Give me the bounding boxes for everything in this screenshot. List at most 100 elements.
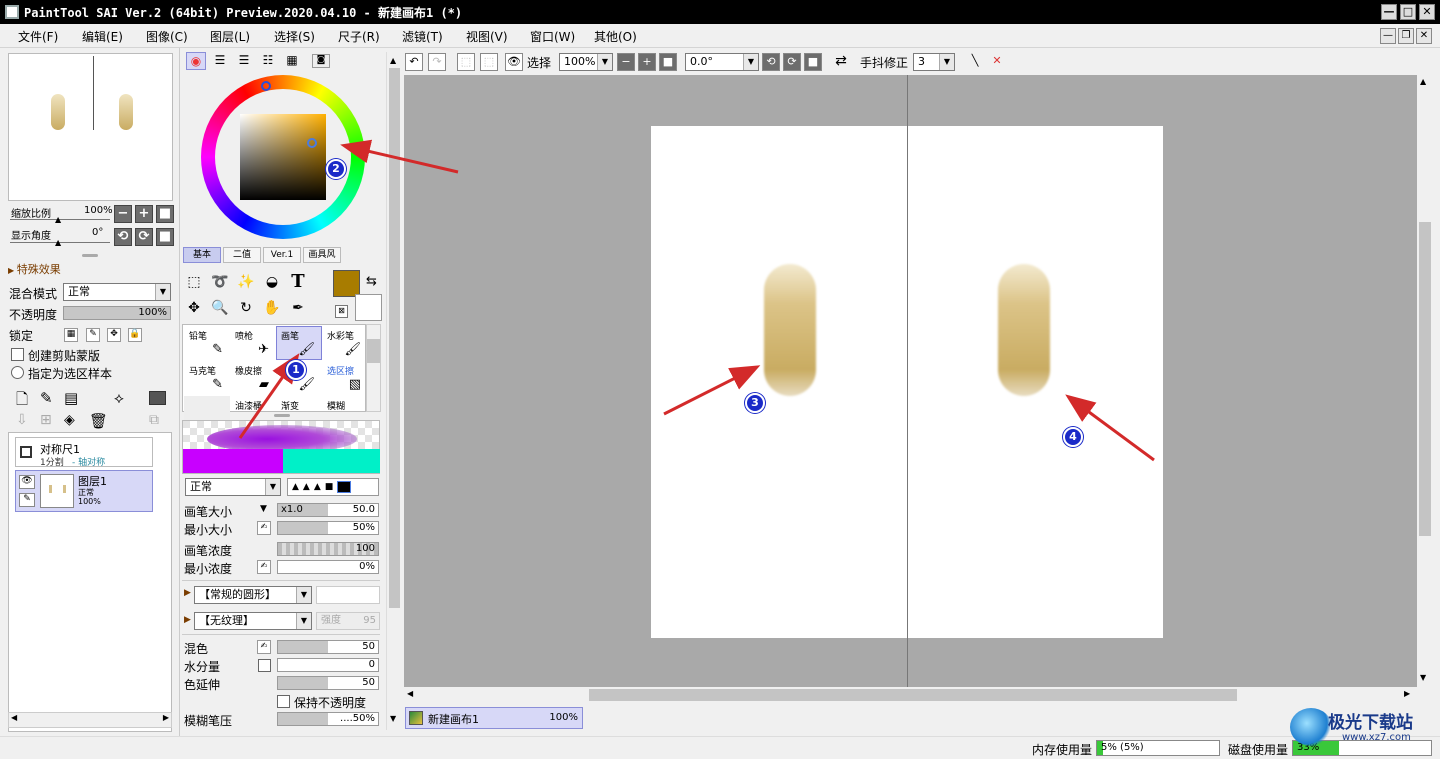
lock-all-icon[interactable]: 🔒	[128, 328, 142, 342]
hsv-slider-icon[interactable]: ☰	[234, 52, 254, 70]
brush-airbrush[interactable]: 喷枪 ✈	[230, 326, 276, 360]
layer-item-layer1[interactable]: 👁 ✎ 图层1 正常 100%	[15, 470, 153, 512]
canvas-vscrollbar[interactable]: ▲ ▼	[1417, 75, 1433, 687]
color-extension-slider[interactable]: 50	[277, 676, 379, 690]
merge-down-icon[interactable]: ⊞	[40, 412, 52, 428]
brush-mode-select[interactable]: 正常 ▼	[185, 478, 281, 496]
selection-source-radio[interactable]	[11, 366, 24, 379]
lock-transparency-icon[interactable]: ▦	[64, 328, 78, 342]
maximize-button[interactable]: □	[1400, 4, 1416, 20]
menu-layer[interactable]: 图层(L)	[210, 28, 250, 45]
zoom-out-button[interactable]: −	[114, 205, 132, 223]
redo-icon[interactable]: ↷	[428, 53, 446, 71]
brush-select-erase[interactable]: 选区擦 ▧	[322, 361, 368, 395]
invert-select-icon[interactable]: ⬚	[480, 53, 498, 71]
pressure-size-icon[interactable]: ✍	[257, 521, 271, 535]
zoom-slider-handle[interactable]: ▲	[55, 215, 61, 224]
angle-slider-handle[interactable]: ▲	[55, 238, 61, 247]
tab-basic[interactable]: 基本	[183, 247, 221, 263]
canvas-zoom-out-button[interactable]: −	[617, 53, 635, 71]
show-selection-eye-icon[interactable]: 👁	[505, 53, 523, 71]
flip-horizontal-icon[interactable]: ⇄	[832, 53, 850, 71]
layer-mask-icon[interactable]	[149, 391, 166, 405]
sv-handle[interactable]	[307, 138, 317, 148]
shape-expand-icon[interactable]: ▶	[184, 588, 191, 598]
doc-close-button[interactable]: ✕	[1416, 28, 1432, 44]
symmetry-ruler-icon[interactable]: ⟡	[114, 389, 124, 407]
rotate-tool-icon[interactable]: ↻	[234, 296, 258, 320]
brush-shape-select[interactable]: 【常规的圆形】 ▼	[194, 586, 312, 604]
canvas-viewport[interactable]	[404, 75, 1417, 687]
size-dropdown-icon[interactable]: ▼	[260, 504, 267, 514]
layer-item-ruler[interactable]: 对称尺1 1分割 - 轴对称	[15, 437, 153, 468]
blend-mode-select[interactable]: 正常 ▼	[63, 283, 171, 301]
doc-restore-button[interactable]: ❐	[1398, 28, 1414, 44]
eyedropper-tool-icon[interactable]: ✒	[286, 296, 310, 320]
magic-wand-tool-icon[interactable]: ✨	[234, 270, 258, 294]
edge-hard-icon[interactable]	[337, 480, 352, 493]
canvas-tab[interactable]: 新建画布1 100%	[405, 707, 583, 729]
visibility-eye-icon[interactable]: 👁	[19, 475, 35, 489]
menu-other[interactable]: 其他(O)	[594, 28, 637, 45]
brush-paintbrush[interactable]: 画笔 🖌	[276, 326, 322, 360]
blur-pressure-slider[interactable]: ....50%	[277, 712, 379, 726]
keep-opacity-checkbox[interactable]	[277, 695, 290, 708]
menu-filter[interactable]: 滤镜(T)	[402, 28, 443, 45]
scratchpad-icon[interactable]: ◙	[312, 54, 330, 68]
rgb-slider-icon[interactable]: ☰	[210, 52, 230, 70]
brush-eraser[interactable]: 橡皮擦 ▰	[230, 361, 276, 395]
water-checkbox[interactable]	[258, 659, 271, 672]
min-size-slider[interactable]: 50%	[277, 521, 379, 535]
deselect-icon[interactable]: ⬚	[457, 53, 475, 71]
paint-lock-icon[interactable]: ✎	[19, 493, 35, 507]
tab-binary[interactable]: 二值	[223, 247, 261, 263]
canvas-rotate-right-button[interactable]: ⟳	[783, 53, 801, 71]
canvas-vscroll-thumb[interactable]	[1419, 222, 1431, 536]
apply-mask-icon[interactable]: ⧉	[149, 412, 159, 428]
zoom-reset-button[interactable]: ■	[156, 205, 174, 223]
pressure-density-icon[interactable]: ✍	[257, 560, 271, 574]
undo-icon[interactable]: ↶	[405, 53, 423, 71]
zoom-in-button[interactable]: +	[135, 205, 153, 223]
menu-view[interactable]: 视图(V)	[466, 28, 508, 45]
canvas-hscrollbar[interactable]: ◀ ▶	[404, 687, 1417, 703]
tab-painter[interactable]: 画具风	[303, 247, 341, 263]
lasso-tool-icon[interactable]: ➰	[208, 270, 232, 294]
hue-handle[interactable]	[261, 81, 271, 91]
hscroll-left-icon[interactable]: ◀	[407, 689, 413, 698]
menu-window[interactable]: 窗口(W)	[530, 28, 575, 45]
hand-tool-icon[interactable]: ✋	[260, 296, 284, 320]
panel-splitter[interactable]	[274, 414, 290, 417]
vscroll-down-icon[interactable]: ▼	[1420, 673, 1426, 682]
secondary-color-swatch[interactable]	[355, 294, 382, 321]
navigator-preview[interactable]	[8, 53, 173, 201]
new-linework-layer-icon[interactable]: ✎	[40, 389, 53, 407]
delete-layer-icon[interactable]: 🗑	[89, 412, 108, 430]
saturation-value-square[interactable]	[240, 114, 326, 200]
new-layer-icon[interactable]: 🗋	[16, 389, 28, 414]
zoom-select[interactable]: 100% ▼	[559, 53, 613, 71]
brush-size-slider[interactable]: x1.0 50.0	[277, 503, 379, 517]
minimize-button[interactable]: —	[1381, 4, 1397, 20]
menu-image[interactable]: 图像(C)	[146, 28, 188, 45]
texture-strength[interactable]: 强度 95	[316, 612, 380, 630]
scroll-up-icon[interactable]: ▲	[390, 56, 396, 65]
brush-edge-presets[interactable]: ▲▲▲■	[287, 478, 379, 496]
color-wheel-mode-icon[interactable]: ◉	[186, 52, 206, 70]
layer-list-scrollbar[interactable]	[173, 374, 179, 734]
mixer-icon[interactable]: ☷	[258, 52, 278, 70]
opacity-slider[interactable]: 100%	[63, 306, 171, 320]
rotate-reset-button[interactable]: ■	[156, 228, 174, 246]
stabilizer-select[interactable]: 3 ▼	[913, 53, 955, 71]
tool-panel-scrollbar[interactable]: ▲ ▼	[386, 52, 402, 730]
layer-list-hscrollbar[interactable]: ◀ ▶	[8, 712, 172, 728]
swatch-icon[interactable]: ▦	[282, 52, 302, 70]
panel-splitter[interactable]	[82, 254, 98, 257]
canvas-rotate-reset-button[interactable]: ■	[804, 53, 822, 71]
canvas-zoom-reset-button[interactable]: ■	[659, 53, 677, 71]
water-slider[interactable]: 0	[277, 658, 379, 672]
brush-marker[interactable]: 马克笔 ✎	[184, 361, 230, 395]
move-tool-icon[interactable]: ✥	[182, 296, 206, 320]
transfer-down-icon[interactable]: ⇩	[16, 412, 28, 428]
rotate-right-button[interactable]: ⟳	[135, 228, 153, 246]
